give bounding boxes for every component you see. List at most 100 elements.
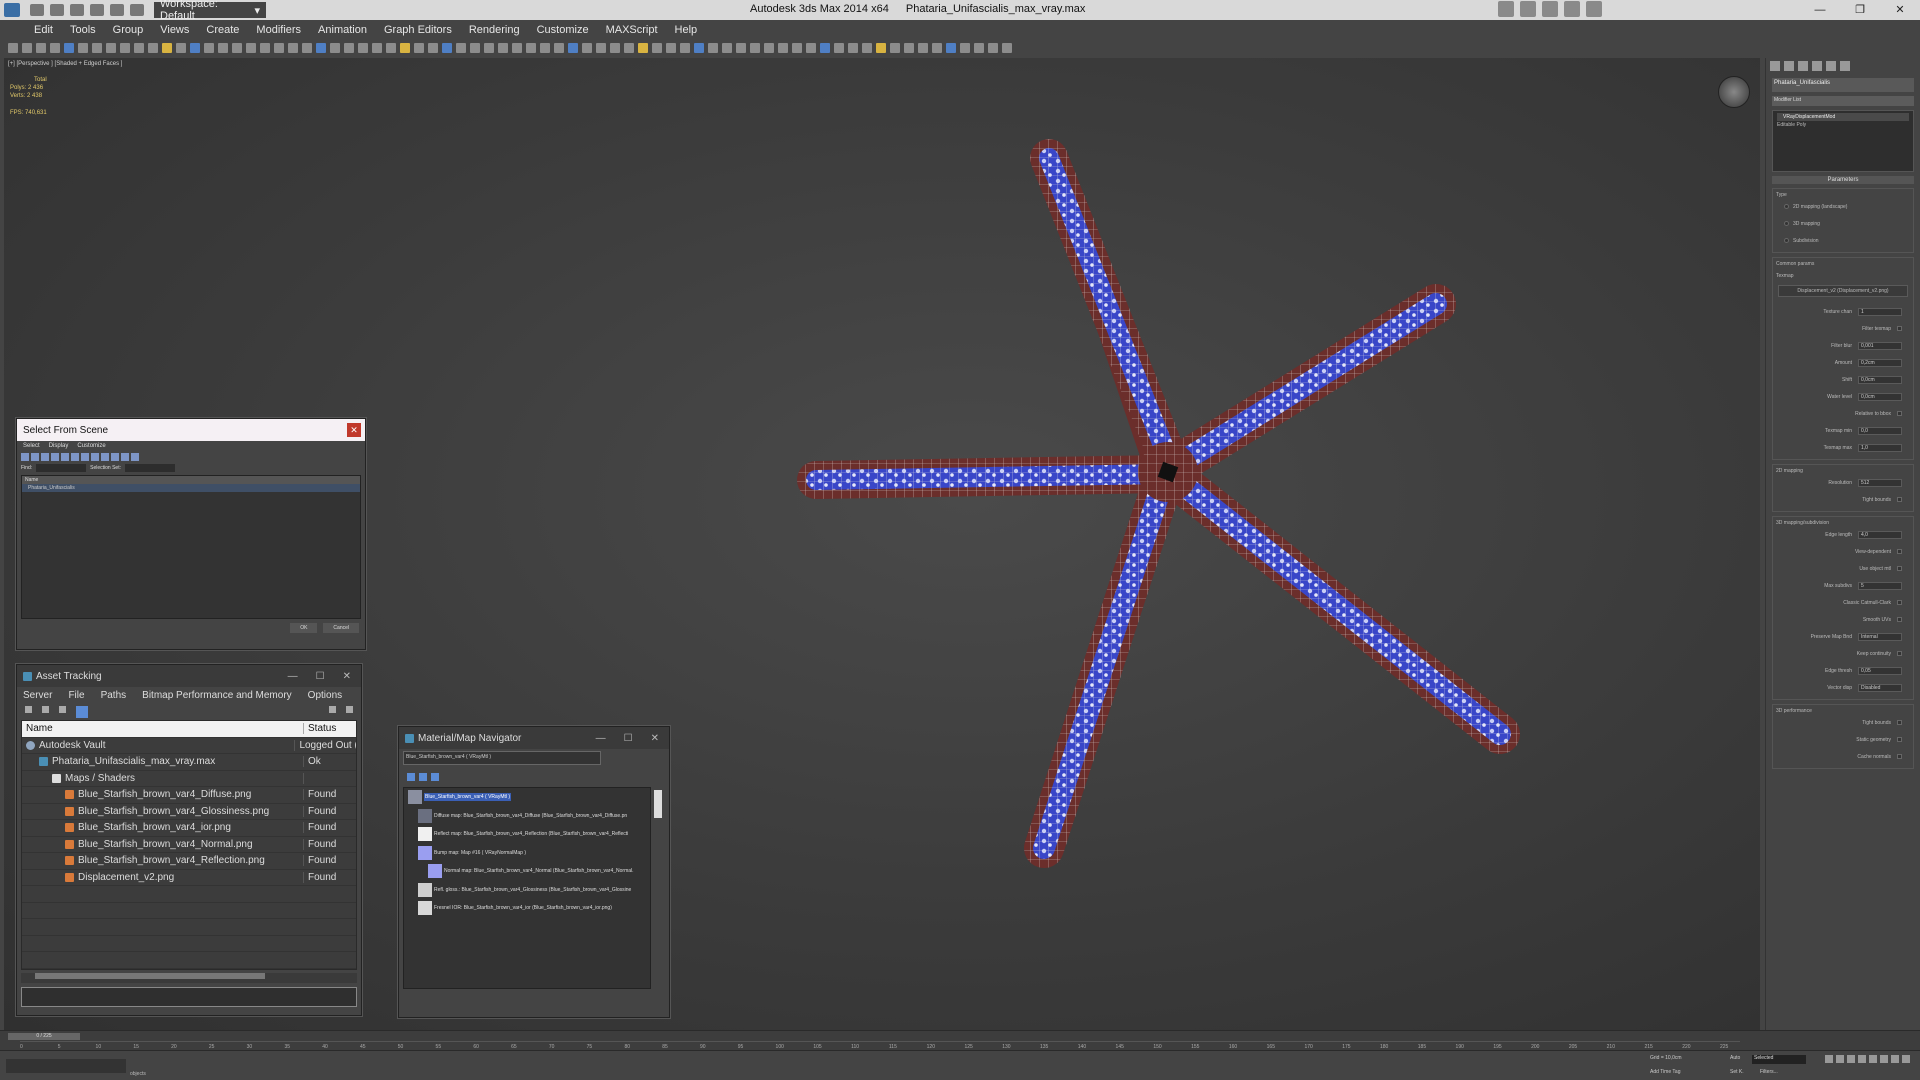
select-manipulate-icon[interactable] [638, 43, 648, 53]
toggle-scene-explorer-icon[interactable] [778, 43, 788, 53]
cancel-button[interactable]: Cancel [323, 623, 359, 633]
settings-icon[interactable] [346, 706, 353, 713]
display-cameras-icon[interactable] [51, 453, 59, 461]
use-pivot-icon[interactable] [624, 43, 634, 53]
material-name-field[interactable]: Blue_Starfish_brown_var4 ( VRayMtl ) [403, 751, 601, 765]
angle-snap-icon[interactable] [680, 43, 690, 53]
display-groups-icon[interactable] [81, 453, 89, 461]
select-scale-icon[interactable] [596, 43, 606, 53]
communication-icon[interactable] [1542, 1, 1558, 17]
menu-item-animation[interactable]: Animation [318, 24, 367, 36]
table-row[interactable]: Blue_Starfish_brown_var4_Normal.png Found [22, 837, 356, 853]
curve-editor-icon[interactable] [820, 43, 830, 53]
render-production-icon[interactable] [442, 43, 452, 53]
table-row[interactable]: Blue_Starfish_brown_var4_Diffuse.png Foun… [22, 787, 356, 804]
select-link-icon[interactable] [8, 43, 18, 53]
display-xrefs-icon[interactable] [91, 453, 99, 461]
binoculars-icon[interactable] [1498, 1, 1514, 17]
menu-item-create[interactable]: Create [206, 24, 239, 36]
menu-item-rendering[interactable]: Rendering [469, 24, 520, 36]
mirror-icon[interactable] [302, 43, 312, 53]
select-by-name-icon[interactable] [78, 43, 88, 53]
parameters-rollout[interactable]: Parameters [1772, 176, 1914, 184]
param-checkbox[interactable] [1897, 651, 1902, 656]
select-from-scene-titlebar[interactable]: Select From Scene ✕ [17, 419, 365, 441]
maximize-icon[interactable]: ☐ [624, 733, 633, 744]
type-radio-option[interactable]: 3D mapping [1776, 215, 1910, 232]
object-name-field[interactable]: Phataria_Unifascialis [1772, 78, 1914, 92]
rectangular-region-icon[interactable] [540, 43, 550, 53]
name-column-header[interactable]: Name [22, 723, 304, 735]
keyboard-shortcut-icon[interactable] [204, 43, 214, 53]
menu-item-help[interactable]: Help [675, 24, 698, 36]
modifier-stack-item[interactable]: Editable Poly [1777, 121, 1909, 129]
edit-named-selection-icon[interactable] [722, 43, 732, 53]
table-row[interactable]: Displacement_v2.png Found [22, 870, 356, 886]
material-navigator-titlebar[interactable]: Material/Map Navigator — ☐ ✕ [399, 727, 669, 749]
param-checkbox[interactable] [1897, 411, 1902, 416]
unlink-icon[interactable] [22, 43, 32, 53]
close-button[interactable]: ✕ [1880, 0, 1920, 20]
rectangular-region-icon[interactable] [92, 43, 102, 53]
zoom-icon[interactable] [1880, 1055, 1888, 1063]
table-row[interactable]: Blue_Starfish_brown_var4_ior.png Found [22, 820, 356, 837]
param-spinner[interactable]: 512 [1858, 478, 1902, 487]
menu-item-customize[interactable]: Customize [77, 443, 105, 449]
param-spinner[interactable]: 0,2cm [1858, 358, 1902, 367]
material-tree-node[interactable]: Normal map: Blue_Starfish_brown_var4_Nor… [404, 862, 650, 881]
orbit-icon[interactable] [1902, 1055, 1910, 1063]
table-row[interactable]: Phataria_Unifascialis_max_vray.max Ok [22, 754, 356, 771]
status-column-header[interactable]: Status [304, 723, 336, 734]
mirror-icon[interactable] [750, 43, 760, 53]
select-link-icon[interactable] [456, 43, 466, 53]
menu-item-edit[interactable]: Edit [34, 24, 53, 36]
scrollbar-thumb[interactable] [654, 790, 662, 818]
menu-item-tools[interactable]: Tools [70, 24, 96, 36]
subscription-icon[interactable] [1520, 1, 1536, 17]
next-frame-icon[interactable] [1858, 1055, 1866, 1063]
maximize-button[interactable]: ❐ [1840, 0, 1880, 20]
select-rotate-icon[interactable] [582, 43, 592, 53]
menu-item-maxscript[interactable]: MAXScript [606, 24, 658, 36]
undo-icon[interactable] [90, 4, 104, 16]
align-icon[interactable] [316, 43, 326, 53]
material-editor-icon[interactable] [848, 43, 858, 53]
render-production-icon[interactable] [890, 43, 900, 53]
param-checkbox[interactable] [1897, 617, 1902, 622]
snaps-toggle-icon[interactable] [218, 43, 228, 53]
go-to-start-icon[interactable] [1825, 1055, 1833, 1063]
modify-tab-icon[interactable] [1784, 61, 1794, 71]
redo-icon[interactable] [110, 4, 124, 16]
toggle-scene-explorer-icon[interactable] [330, 43, 340, 53]
use-pivot-icon[interactable] [176, 43, 186, 53]
param-checkbox[interactable] [1897, 326, 1902, 331]
set-key-label[interactable]: Set K. [1730, 1069, 1744, 1075]
reference-coordinate-icon[interactable] [162, 43, 172, 53]
keyboard-shortcut-icon[interactable] [652, 43, 662, 53]
param-spinner[interactable]: Internal [1858, 632, 1902, 641]
param-spinner[interactable]: 1,0 [1858, 443, 1902, 452]
param-checkbox[interactable] [1897, 737, 1902, 742]
edit-named-selection-icon[interactable] [274, 43, 284, 53]
selection-set-dropdown[interactable] [124, 464, 175, 472]
named-selection-set-icon[interactable] [736, 43, 746, 53]
select-object-icon[interactable] [960, 43, 970, 53]
table-row[interactable]: Blue_Starfish_brown_var4_Reflection.png F… [22, 853, 356, 870]
checkin-icon[interactable] [59, 706, 66, 713]
list-item[interactable]: Phataria_Unifascialis [22, 484, 360, 492]
display-shapes-icon[interactable] [31, 453, 39, 461]
pan-icon[interactable] [1891, 1055, 1899, 1063]
bind-spacewarp-icon[interactable] [36, 43, 46, 53]
material-editor-icon[interactable] [400, 43, 410, 53]
param-checkbox[interactable] [1897, 497, 1902, 502]
unlink-icon[interactable] [470, 43, 480, 53]
refresh-icon[interactable] [25, 706, 32, 713]
align-icon[interactable] [764, 43, 774, 53]
toggle-ribbon-icon[interactable] [806, 43, 816, 53]
menu-item-paths[interactable]: Paths [101, 690, 127, 701]
select-move-icon[interactable] [568, 43, 578, 53]
material-tree-node[interactable]: Reflect map: Blue_Starfish_brown_var4_Re… [404, 825, 650, 844]
percent-snap-icon[interactable] [246, 43, 256, 53]
table-row[interactable]: Maps / Shaders [22, 771, 356, 787]
app-logo-icon[interactable] [4, 3, 20, 17]
